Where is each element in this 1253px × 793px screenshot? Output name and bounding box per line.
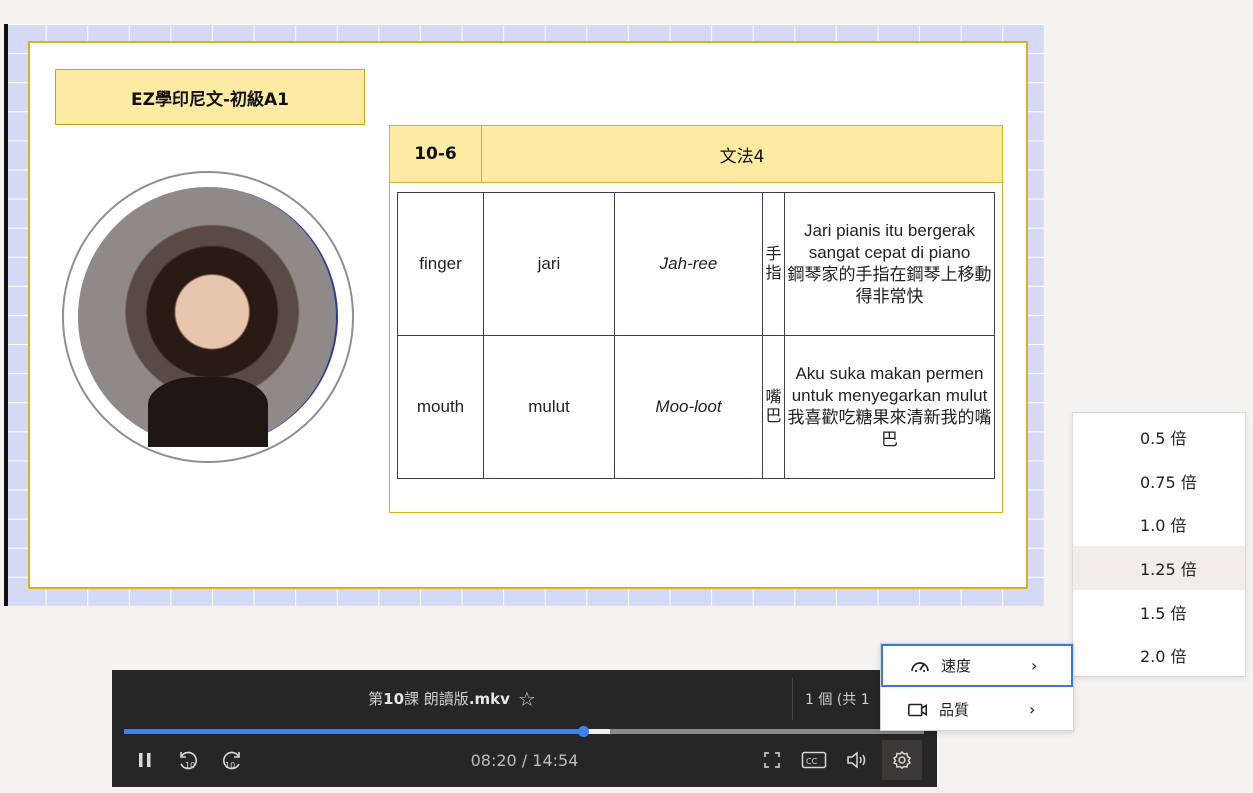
example-chinese: 鋼琴家的手指在鋼琴上移動得非常快 <box>787 265 992 307</box>
fullscreen-icon[interactable] <box>758 740 786 780</box>
lesson-box: 10-6 文法4 finger jari Jah-ree 手指 Jari pia… <box>389 125 1003 513</box>
indonesian-word: mulut <box>483 335 615 479</box>
menu-item-speed[interactable]: 速度 › <box>881 644 1073 687</box>
volume-icon[interactable] <box>842 740 872 780</box>
svg-text:10: 10 <box>225 761 235 770</box>
presenter-photo <box>78 187 338 447</box>
speed-option-1.25[interactable]: 1.25 倍 <box>1073 546 1245 590</box>
forward-10-icon[interactable]: 10 <box>218 740 246 780</box>
menu-item-quality[interactable]: 品質 › <box>881 688 1073 731</box>
presenter-photo-frame <box>62 171 354 463</box>
course-title: EZ學印尼文-初級A1 <box>55 69 365 125</box>
pronunciation: Moo-loot <box>614 335 763 479</box>
speed-option-0.75[interactable]: 0.75 倍 <box>1073 459 1245 503</box>
playlist-count: 1 個 (共 1 <box>805 691 870 708</box>
settings-menu: 速度 › 品質 › <box>880 643 1074 731</box>
speedometer-icon <box>909 655 931 677</box>
settings-icon[interactable] <box>882 740 922 780</box>
menu-label-quality: 品質 <box>939 701 970 719</box>
chinese-word: 手指 <box>762 192 785 336</box>
presenter-body-shape <box>148 377 268 447</box>
chevron-right-icon: › <box>1029 700 1036 719</box>
chinese-word: 嘴巴 <box>762 335 785 479</box>
speed-option-2.0[interactable]: 2.0 倍 <box>1073 633 1245 677</box>
example-cell: Aku suka makan permen untuk menyegarkan … <box>784 335 995 479</box>
progress-handle[interactable] <box>577 726 589 737</box>
captions-icon[interactable]: CC <box>798 740 830 780</box>
vocabulary-table: finger jari Jah-ree 手指 Jari pianis itu b… <box>397 192 995 479</box>
svg-text:10: 10 <box>185 761 195 770</box>
pronunciation: Jah-ree <box>614 192 763 336</box>
file-name: 第10課 朗讀版.mkv <box>368 690 510 708</box>
speed-option-1.0[interactable]: 1.0 倍 <box>1073 502 1245 546</box>
table-row: mouth mulut Moo-loot 嘴巴 Aku suka makan p… <box>397 335 995 479</box>
speed-submenu: 0.5 倍 0.75 倍 1.0 倍 1.25 倍 1.5 倍 2.0 倍 <box>1072 412 1246 677</box>
menu-label-speed: 速度 <box>941 657 972 675</box>
video-frame[interactable]: EZ學印尼文-初級A1 10-6 文法4 finger jari Jah-ree… <box>4 24 1044 606</box>
star-outline-icon[interactable]: ☆ <box>518 687 536 711</box>
lesson-header: 10-6 文法4 <box>390 126 1002 183</box>
table-row: finger jari Jah-ree 手指 Jari pianis itu b… <box>397 192 995 336</box>
video-left-edge <box>4 24 8 606</box>
speed-option-0.5[interactable]: 0.5 倍 <box>1073 415 1245 459</box>
svg-text:CC: CC <box>806 757 818 766</box>
indonesian-word: jari <box>483 192 615 336</box>
video-camera-icon <box>907 699 929 721</box>
rewind-10-icon[interactable]: 10 <box>174 740 202 780</box>
chevron-right-icon: › <box>1031 656 1038 675</box>
example-indonesian: Jari pianis itu bergerak sangat cepat di… <box>803 220 976 262</box>
example-indonesian: Aku suka makan permen untuk menyegarkan … <box>791 363 988 405</box>
player-controls: 第10課 朗讀版.mkv ☆ 1 個 (共 1 08:20 / 14:54 10… <box>112 670 937 787</box>
progress-played <box>124 729 583 734</box>
lesson-slide: EZ學印尼文-初級A1 10-6 文法4 finger jari Jah-ree… <box>28 41 1028 589</box>
example-cell: Jari pianis itu bergerak sangat cepat di… <box>784 192 995 336</box>
lesson-topic: 文法4 <box>719 146 765 167</box>
english-word: finger <box>397 192 484 336</box>
example-chinese: 我喜歡吃糖果來清新我的嘴巴 <box>787 408 992 450</box>
control-row: 08:20 / 14:54 10 10 CC <box>112 740 937 780</box>
english-word: mouth <box>397 335 484 479</box>
pause-icon[interactable] <box>132 740 158 780</box>
title-divider <box>792 678 793 720</box>
lesson-code: 10-6 <box>390 126 482 182</box>
file-title: 第10課 朗讀版.mkv ☆ <box>112 670 792 727</box>
progress-bar[interactable] <box>124 726 924 737</box>
speed-option-1.5[interactable]: 1.5 倍 <box>1073 590 1245 634</box>
